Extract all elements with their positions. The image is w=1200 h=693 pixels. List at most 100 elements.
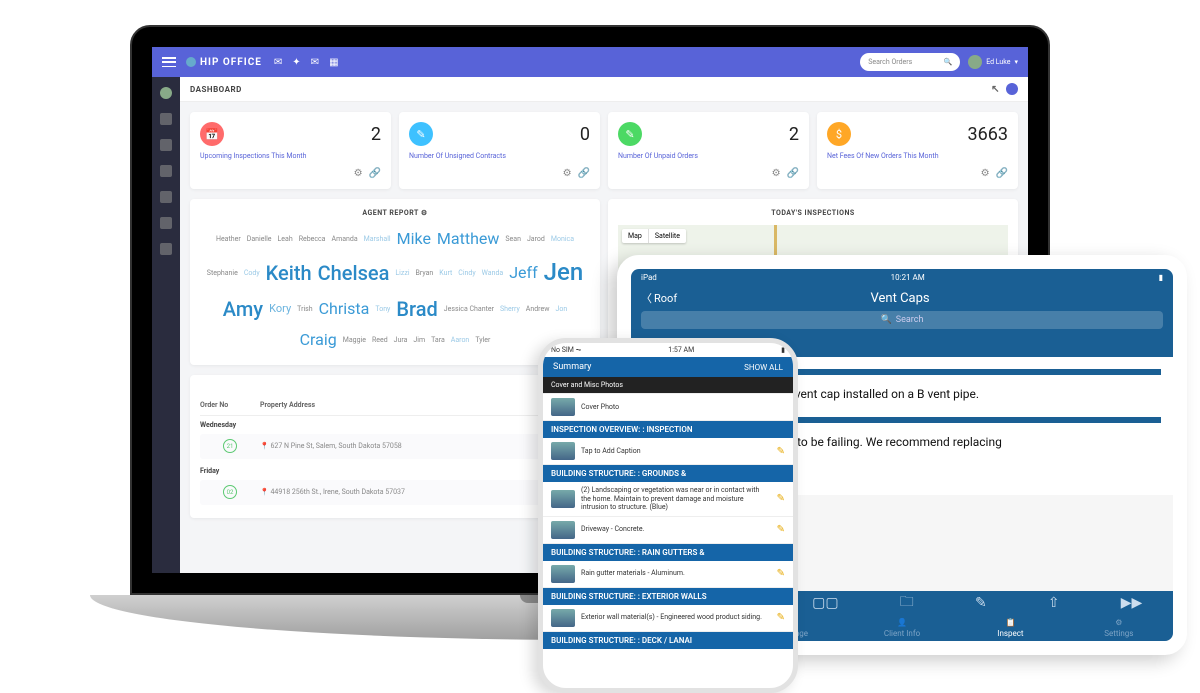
col-order: Order No: [200, 401, 260, 409]
pencil-icon[interactable]: ✎: [777, 493, 785, 504]
map-btn-map[interactable]: Map: [622, 229, 649, 243]
gear-icon[interactable]: ⚙: [421, 209, 428, 217]
sidebar-avatar[interactable]: [160, 87, 172, 99]
tab-inspect[interactable]: 📋Inspect: [956, 618, 1064, 638]
category-header: BUILDING STRUCTURE: : EXTERIOR WALLS: [543, 588, 793, 605]
pencil-icon[interactable]: ✎: [777, 446, 785, 457]
stat-label: Number Of Unpaid Orders: [618, 152, 799, 160]
stat-card-unpaid: ✎ 2 Number Of Unpaid Orders ⚙ 🔗: [608, 112, 809, 189]
user-menu[interactable]: Ed Luke ▾: [968, 55, 1018, 69]
link-icon[interactable]: 🔗: [996, 168, 1008, 179]
phone-header: Summary SHOW ALL: [543, 357, 793, 377]
share-icon[interactable]: ⇧: [1048, 595, 1060, 611]
search-input[interactable]: 🔍 Search: [641, 311, 1163, 329]
pencil-icon: ✎: [409, 122, 433, 146]
stat-card-contracts: ✎ 0 Number Of Unsigned Contracts ⚙ 🔗: [399, 112, 600, 189]
gear-icon: ⚙: [1115, 618, 1122, 627]
app-name: HIP OFFICE: [200, 57, 262, 68]
map-controls: Map Satellite: [622, 229, 686, 243]
phone-status-bar: No SIM ⏦ 1:57 AM ▮: [543, 343, 793, 357]
wordcloud: HeatherDanielleLeahRebeccaAmanda Marshal…: [200, 225, 590, 355]
tab-settings[interactable]: ⚙Settings: [1065, 618, 1173, 638]
list-item[interactable]: Cover Photo: [543, 394, 793, 421]
logo-icon: [186, 57, 196, 67]
list-item[interactable]: Rain gutter materials - Aluminum.✎: [543, 561, 793, 588]
stat-label: Upcoming Inspections This Month: [200, 152, 381, 160]
link-icon[interactable]: 🔗: [369, 168, 381, 179]
avatar: [968, 55, 982, 69]
stat-card-inspections: 📅 2 Upcoming Inspections This Month ⚙ 🔗: [190, 112, 391, 189]
chevron-left-icon: 〈: [641, 290, 652, 306]
summary-label: Summary: [553, 362, 591, 372]
header-toolbar: ✉ ✦ ✉ ▦: [274, 57, 339, 68]
link-icon[interactable]: 🔗: [578, 168, 590, 179]
sidebar-item-4[interactable]: [160, 191, 172, 203]
forward-icon[interactable]: ▶▶: [1121, 595, 1143, 611]
edit-icon[interactable]: ✎: [975, 595, 987, 611]
person-icon: 👤: [897, 618, 907, 627]
clipboard-icon: 📋: [1005, 618, 1015, 627]
sidebar-item-3[interactable]: [160, 165, 172, 177]
stat-value: 2: [371, 124, 381, 145]
panel-title: TODAY'S INSPECTIONS: [618, 209, 1008, 217]
calendar-icon: 📅: [200, 122, 224, 146]
stat-value: 2: [789, 124, 799, 145]
link-icon[interactable]: 🔗: [787, 168, 799, 179]
phone-list: Cover and Misc Photos Cover Photo INSPEC…: [543, 377, 793, 649]
search-icon: 🔍: [943, 58, 952, 66]
category-header: BUILDING STRUCTURE: : DECK / LANAI: [543, 632, 793, 649]
sidebar-item-2[interactable]: [160, 139, 172, 151]
cursor-icon: ↖: [991, 84, 1000, 95]
stat-label: Net Fees Of New Orders This Month: [827, 152, 1008, 160]
category-header: BUILDING STRUCTURE: : RAIN GUTTERS &: [543, 544, 793, 561]
agent-report-panel: AGENT REPORT ⚙ HeatherDanielleLeahRebecc…: [190, 199, 600, 365]
folder-icon[interactable]: 🗀: [900, 591, 914, 615]
bell-icon[interactable]: ✦: [292, 57, 300, 68]
search-input[interactable]: Search Orders 🔍: [860, 53, 960, 71]
page-title: DASHBOARD: [190, 85, 242, 94]
search-placeholder: Search Orders: [868, 58, 912, 66]
search-icon: 🔍: [881, 315, 892, 325]
chat-icon[interactable]: ✉: [311, 57, 319, 68]
stat-row: 📅 2 Upcoming Inspections This Month ⚙ 🔗 ✎…: [180, 102, 1028, 199]
back-button[interactable]: 〈 Roof: [641, 290, 677, 306]
action-button[interactable]: [1006, 83, 1018, 95]
category-header: BUILDING STRUCTURE: : GROUNDS &: [543, 465, 793, 482]
show-all-button[interactable]: SHOW ALL: [744, 363, 783, 372]
sidebar-item-1[interactable]: [160, 113, 172, 125]
panel-title: AGENT REPORT: [362, 209, 418, 217]
pencil-icon[interactable]: ✎: [777, 524, 785, 535]
pin-icon: 📍: [260, 442, 269, 450]
gear-icon[interactable]: ⚙: [563, 168, 572, 179]
thumbnail: [551, 398, 575, 416]
mail-icon[interactable]: ✉: [274, 57, 282, 68]
stat-label: Number Of Unsigned Contracts: [409, 152, 590, 160]
app-header: HIP OFFICE ✉ ✦ ✉ ▦ Search Orders 🔍 Ed Lu…: [152, 47, 1028, 77]
gear-icon[interactable]: ⚙: [354, 168, 363, 179]
app-logo: HIP OFFICE: [186, 57, 262, 68]
gear-icon[interactable]: ⚙: [772, 168, 781, 179]
sidebar-item-6[interactable]: [160, 243, 172, 255]
list-item[interactable]: Exterior wall material(s) - Engineered w…: [543, 605, 793, 632]
gear-icon[interactable]: ⚙: [981, 168, 990, 179]
book-icon[interactable]: ▢▢: [812, 595, 838, 611]
list-item[interactable]: Tap to Add Caption✎: [543, 438, 793, 465]
grid-icon[interactable]: ▦: [329, 57, 338, 68]
battery-icon: ▮: [781, 346, 785, 354]
tablet-title: Vent Caps: [677, 291, 1123, 306]
tablet-status-bar: iPad 10:21 AM ▮: [631, 269, 1173, 285]
tablet-search-wrap: 🔍 Search: [631, 311, 1173, 333]
sidebar: [152, 77, 180, 573]
hamburger-icon[interactable]: [162, 57, 176, 67]
list-item[interactable]: (2) Landscaping or vegetation was near o…: [543, 482, 793, 516]
list-item[interactable]: Driveway - Concrete.✎: [543, 517, 793, 544]
pencil-icon: ✎: [618, 122, 642, 146]
tab-client[interactable]: 👤Client Info: [848, 618, 956, 638]
pin-icon: 📍: [260, 488, 269, 496]
pencil-icon[interactable]: ✎: [777, 612, 785, 623]
map-btn-satellite[interactable]: Satellite: [649, 229, 686, 243]
pencil-icon[interactable]: ✎: [777, 568, 785, 579]
sidebar-item-5[interactable]: [160, 217, 172, 229]
stat-value: 3663: [968, 124, 1008, 145]
stat-value: 0: [580, 124, 590, 145]
